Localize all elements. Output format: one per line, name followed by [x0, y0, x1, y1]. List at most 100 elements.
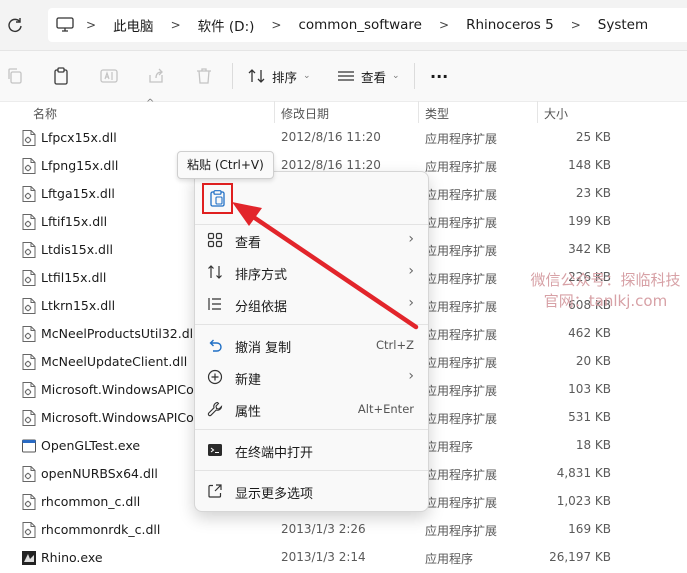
dll-file-icon	[22, 494, 36, 510]
file-type: 应用程序扩展	[425, 412, 498, 426]
rename-icon[interactable]	[99, 66, 119, 86]
rhino-app-icon	[22, 551, 36, 565]
dll-file-icon	[22, 326, 36, 342]
context-menu-quick-actions	[195, 172, 428, 224]
chevron-right-icon: ›	[408, 295, 414, 311]
menu-item-label: 新建	[235, 373, 262, 388]
menu-item-label: 在终端中打开	[235, 446, 314, 461]
column-divider[interactable]	[537, 101, 538, 123]
chevron-down-icon: ⌄	[392, 71, 400, 81]
chevron-right-icon[interactable]: >	[74, 18, 108, 32]
chevron-right-icon[interactable]: >	[259, 18, 293, 32]
file-name: rhcommonrdk_c.dll	[41, 522, 161, 537]
undo-icon	[209, 339, 222, 352]
menu-item-shortcut: Ctrl+Z	[376, 338, 414, 352]
menu-item-new[interactable]: 新建 ›	[195, 362, 428, 392]
copy-icon[interactable]	[5, 66, 25, 86]
file-size: 462 KB	[568, 326, 611, 340]
chevron-right-icon[interactable]: >	[559, 18, 593, 32]
refresh-icon[interactable]	[6, 16, 24, 34]
menu-item-label: 撤消 复制	[235, 341, 292, 356]
group-list-icon	[208, 298, 221, 310]
dll-file-icon	[22, 410, 36, 426]
delete-icon[interactable]	[194, 66, 214, 86]
sort-icon	[208, 265, 222, 279]
breadcrumb-system[interactable]: System	[593, 17, 653, 33]
file-type: 应用程序扩展	[425, 216, 498, 230]
chevron-right-icon: ›	[408, 368, 414, 384]
column-header-name[interactable]: 名称	[33, 105, 57, 122]
column-header-size[interactable]: 大小	[544, 105, 568, 122]
file-type: 应用程序扩展	[425, 160, 498, 174]
file-name: Lftga15x.dll	[41, 186, 115, 201]
exe-file-icon	[22, 439, 36, 453]
file-name: Lfpng15x.dll	[41, 158, 119, 173]
file-size: 26,197 KB	[549, 550, 611, 564]
file-name: McNeelProductsUtil32.dll	[41, 326, 197, 341]
file-size: 342 KB	[568, 242, 611, 256]
file-type: 应用程序扩展	[425, 188, 498, 202]
toolbar-divider	[414, 63, 415, 89]
paste-icon	[210, 190, 225, 207]
paste-tooltip: 粘贴 (Ctrl+V)	[177, 151, 274, 179]
dll-file-icon	[22, 130, 36, 146]
chevron-right-icon[interactable]: >	[159, 18, 193, 32]
breadcrumb-this-pc[interactable]: 此电脑	[108, 15, 159, 35]
file-name: rhcommon_c.dll	[41, 494, 141, 509]
share-icon[interactable]	[146, 66, 166, 86]
column-header-type[interactable]: 类型	[425, 105, 449, 122]
menu-item-view[interactable]: 查看 ›	[195, 225, 428, 255]
watermark-text: 微信公众号：探临科技 官网：tanlkj.com	[524, 270, 687, 312]
menu-item-open-in-terminal[interactable]: 在终端中打开	[195, 435, 428, 465]
dll-file-icon	[22, 466, 36, 482]
file-name: Lfpcx15x.dll	[41, 130, 117, 145]
file-type: 应用程序扩展	[425, 524, 498, 538]
breadcrumb-common-software[interactable]: common_software	[293, 17, 427, 33]
column-divider[interactable]	[274, 101, 275, 123]
menu-item-group-by[interactable]: 分组依据 ›	[195, 289, 428, 319]
menu-item-label: 属性	[235, 405, 262, 420]
paste-icon[interactable]	[51, 66, 71, 86]
column-divider[interactable]	[418, 101, 419, 123]
dll-file-icon	[22, 158, 36, 174]
menu-item-show-more-options[interactable]: 显示更多选项	[195, 476, 428, 506]
menu-item-sort-by[interactable]: 排序方式 ›	[195, 257, 428, 287]
menu-item-label: 分组依据	[235, 300, 288, 315]
file-size: 23 KB	[575, 186, 611, 200]
file-size: 531 KB	[568, 410, 611, 424]
file-size: 103 KB	[568, 382, 611, 396]
paste-quick-action[interactable]	[202, 183, 233, 214]
file-row[interactable]: Rhino.exe 2013/1/3 2:14 应用程序 26,197 KB	[0, 544, 687, 572]
watermark-line-2: 官网：tanlkj.com	[543, 292, 668, 310]
menu-item-label: 显示更多选项	[235, 487, 314, 502]
menu-item-properties[interactable]: 属性 Alt+Enter	[195, 394, 428, 424]
grid-view-icon	[207, 232, 223, 248]
context-menu: 查看 › 排序方式 › 分组依据 › 撤消 复制 Ctrl+Z 新建 › 属性 …	[194, 171, 429, 512]
dll-file-icon	[22, 242, 36, 258]
more-options-button[interactable]: ···	[430, 65, 448, 87]
file-date: 2013/1/3 2:14	[281, 550, 366, 564]
dll-file-icon	[22, 186, 36, 202]
column-header-row: ^ 名称 修改日期 类型 大小	[0, 98, 687, 123]
file-name: Ltdis15x.dll	[41, 242, 113, 257]
dll-file-icon	[22, 270, 36, 286]
breadcrumb-drive-d[interactable]: 软件 (D:)	[193, 15, 260, 35]
menu-divider	[195, 470, 428, 471]
file-size: 25 KB	[575, 130, 611, 144]
sort-button[interactable]: 排序 ⌄	[248, 65, 311, 87]
menu-item-shortcut: Alt+Enter	[357, 402, 414, 416]
menu-item-undo-copy[interactable]: 撤消 复制 Ctrl+Z	[195, 330, 428, 360]
chevron-down-icon: ⌄	[303, 71, 311, 81]
file-name: Microsoft.WindowsAPICod	[41, 382, 202, 397]
sort-icon	[248, 69, 265, 83]
file-row[interactable]: rhcommonrdk_c.dll 2013/1/3 2:26 应用程序扩展 169 …	[0, 516, 687, 544]
column-header-date[interactable]: 修改日期	[281, 105, 329, 122]
file-date: 2012/8/16 11:20	[281, 130, 381, 144]
file-row[interactable]: Lfpcx15x.dll 2012/8/16 11:20 应用程序扩展 25 KB	[0, 124, 687, 152]
chevron-right-icon[interactable]: >	[427, 18, 461, 32]
breadcrumb-rhinoceros[interactable]: Rhinoceros 5	[461, 17, 559, 33]
file-type: 应用程序扩展	[425, 300, 498, 314]
view-button[interactable]: 查看 ⌄	[337, 65, 400, 87]
computer-icon[interactable]	[56, 17, 74, 33]
file-name: OpenGLTest.exe	[41, 438, 141, 453]
